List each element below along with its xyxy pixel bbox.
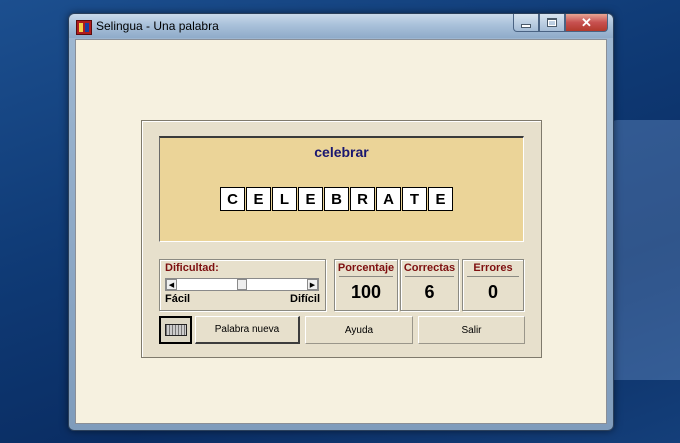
window-controls: ✕ (513, 14, 608, 33)
minimize-button[interactable] (513, 14, 539, 32)
divider (405, 276, 454, 277)
spanish-word: celebrar (314, 144, 369, 160)
errors-value: 0 (487, 282, 498, 302)
percentage-stat: Porcentaje 100 (334, 259, 398, 311)
keyboard-button[interactable] (159, 316, 192, 344)
percentage-label: Porcentaje (337, 262, 395, 274)
slider-thumb[interactable] (237, 279, 247, 290)
letter-tile[interactable]: B (324, 187, 349, 211)
correct-label: Correctas (403, 262, 456, 274)
title-bar[interactable]: Selingua - Una palabra ✕ (69, 14, 613, 38)
letter-tile[interactable]: T (402, 187, 427, 211)
letter-tile[interactable]: E (246, 187, 271, 211)
help-button[interactable]: Ayuda (305, 316, 413, 344)
new-word-button[interactable]: Palabra nueva (195, 316, 300, 344)
difficulty-slider[interactable]: ◀ ▶ (165, 278, 319, 291)
app-icon[interactable] (76, 20, 92, 35)
window-title: Selingua - Una palabra (96, 19, 219, 33)
letter-tile[interactable]: E (298, 187, 323, 211)
divider (467, 276, 519, 277)
letter-tile[interactable]: R (350, 187, 375, 211)
letter-tile[interactable]: C (220, 187, 245, 211)
errors-label: Errores (473, 262, 513, 274)
letter-tile[interactable]: A (376, 187, 401, 211)
slider-right-arrow-icon[interactable]: ▶ (307, 279, 318, 290)
exit-button[interactable]: Salir (418, 316, 525, 344)
difficulty-title: Dificultad: (165, 262, 219, 274)
close-icon: ✕ (581, 14, 592, 30)
keyboard-icon (164, 324, 187, 336)
app-window: Selingua - Una palabra ✕ celebrar C E L … (68, 13, 614, 431)
correct-value: 6 (424, 282, 435, 302)
divider (339, 276, 393, 277)
client-area: celebrar C E L E B R A T E Dificultad: ◀ (75, 39, 607, 424)
correct-stat: Correctas 6 (400, 259, 459, 311)
minimize-icon (521, 23, 531, 28)
letter-tile[interactable]: L (272, 187, 297, 211)
word-area: celebrar C E L E B R A T E (159, 136, 524, 242)
percentage-value: 100 (350, 282, 382, 302)
difficulty-group: Dificultad: ◀ ▶ Fácil Difícil (159, 259, 326, 311)
difficulty-min-label: Fácil (165, 293, 191, 305)
difficulty-max-label: Difícil (290, 293, 320, 305)
letter-tiles: C E L E B R A T E (220, 187, 454, 211)
maximize-icon (547, 18, 557, 27)
maximize-button[interactable] (539, 14, 565, 32)
slider-left-arrow-icon[interactable]: ◀ (166, 279, 177, 290)
main-panel: celebrar C E L E B R A T E Dificultad: ◀ (141, 120, 542, 358)
errors-stat: Errores 0 (462, 259, 524, 311)
close-button[interactable]: ✕ (565, 14, 608, 32)
letter-tile[interactable]: E (428, 187, 453, 211)
